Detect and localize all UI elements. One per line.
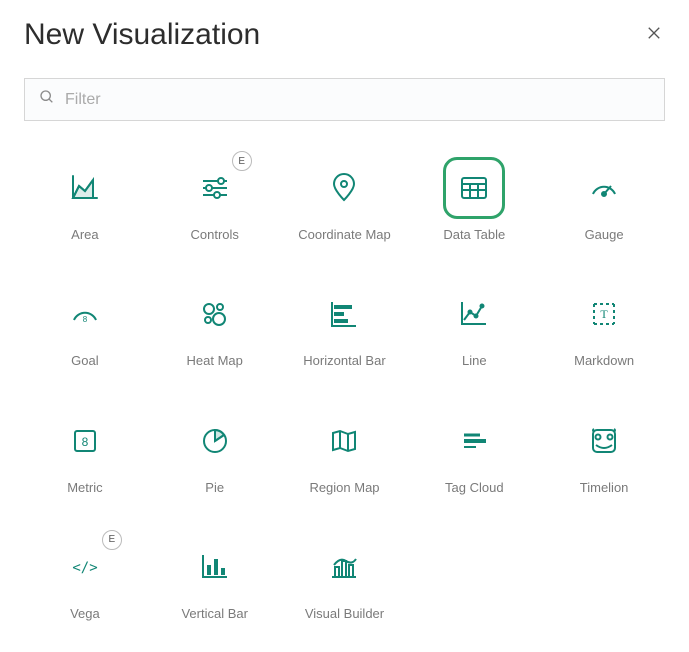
visual-builder-icon bbox=[313, 536, 375, 598]
svg-text:8: 8 bbox=[83, 315, 88, 324]
viz-tile-gauge[interactable]: Gauge bbox=[545, 157, 663, 243]
viz-tile-line[interactable]: Line bbox=[415, 283, 533, 369]
viz-tile-label: Data Table bbox=[443, 227, 505, 243]
viz-tile-controls[interactable]: E Controls bbox=[156, 157, 274, 243]
region-map-icon bbox=[313, 410, 375, 472]
viz-tile-markdown[interactable]: T Markdown bbox=[545, 283, 663, 369]
gauge-icon bbox=[573, 157, 635, 219]
markdown-icon: T bbox=[573, 283, 635, 345]
viz-tile-label: Goal bbox=[71, 353, 98, 369]
viz-tile-label: Heat Map bbox=[187, 353, 243, 369]
viz-tile-label: Area bbox=[71, 227, 98, 243]
viz-tile-label: Markdown bbox=[574, 353, 634, 369]
vertical-bar-icon bbox=[184, 536, 246, 598]
viz-tile-data-table[interactable]: Data Table bbox=[415, 157, 533, 243]
viz-tile-region-map[interactable]: Region Map bbox=[286, 410, 404, 496]
viz-tile-label: Pie bbox=[205, 480, 224, 496]
viz-tile-label: Visual Builder bbox=[305, 606, 384, 622]
line-icon bbox=[443, 283, 505, 345]
viz-tile-label: Timelion bbox=[580, 480, 629, 496]
search-icon bbox=[39, 89, 55, 110]
viz-tile-label: Line bbox=[462, 353, 487, 369]
viz-tile-area[interactable]: Area bbox=[26, 157, 144, 243]
data-table-icon bbox=[443, 157, 505, 219]
experimental-badge: E bbox=[102, 530, 122, 550]
visualization-grid: Area E Controls Coordinate Map Data Table Gau… bbox=[24, 157, 665, 622]
viz-tile-horizontal-bar[interactable]: Horizontal Bar bbox=[286, 283, 404, 369]
viz-tile-heat-map[interactable]: Heat Map bbox=[156, 283, 274, 369]
viz-tile-label: Tag Cloud bbox=[445, 480, 504, 496]
viz-tile-label: Metric bbox=[67, 480, 102, 496]
close-button[interactable] bbox=[643, 22, 665, 49]
svg-text:</>: </> bbox=[72, 560, 97, 576]
goal-icon: 8 bbox=[54, 283, 116, 345]
viz-tile-label: Controls bbox=[190, 227, 238, 243]
viz-tile-metric[interactable]: 8 Metric bbox=[26, 410, 144, 496]
svg-text:8: 8 bbox=[82, 435, 89, 449]
viz-tile-timelion[interactable]: Timelion bbox=[545, 410, 663, 496]
filter-container[interactable] bbox=[24, 78, 665, 121]
vega-icon: </>E bbox=[54, 536, 116, 598]
viz-tile-vertical-bar[interactable]: Vertical Bar bbox=[156, 536, 274, 622]
viz-tile-vega[interactable]: </>E Vega bbox=[26, 536, 144, 622]
heat-map-icon bbox=[184, 283, 246, 345]
viz-tile-visual-builder[interactable]: Visual Builder bbox=[286, 536, 404, 622]
svg-text:T: T bbox=[600, 307, 608, 321]
viz-tile-label: Horizontal Bar bbox=[303, 353, 385, 369]
controls-icon: E bbox=[184, 157, 246, 219]
horizontal-bar-icon bbox=[313, 283, 375, 345]
coordinate-map-icon bbox=[313, 157, 375, 219]
experimental-badge: E bbox=[232, 151, 252, 171]
viz-tile-label: Vega bbox=[70, 606, 100, 622]
viz-tile-pie[interactable]: Pie bbox=[156, 410, 274, 496]
viz-tile-label: Region Map bbox=[309, 480, 379, 496]
viz-tile-label: Vertical Bar bbox=[181, 606, 247, 622]
viz-tile-coordinate-map[interactable]: Coordinate Map bbox=[286, 157, 404, 243]
filter-input[interactable] bbox=[65, 91, 650, 109]
tag-cloud-icon bbox=[443, 410, 505, 472]
pie-icon bbox=[184, 410, 246, 472]
dialog-title: New Visualization bbox=[24, 18, 260, 52]
timelion-icon bbox=[573, 410, 635, 472]
viz-tile-label: Gauge bbox=[585, 227, 624, 243]
viz-tile-goal[interactable]: 8 Goal bbox=[26, 283, 144, 369]
area-icon bbox=[54, 157, 116, 219]
metric-icon: 8 bbox=[54, 410, 116, 472]
viz-tile-label: Coordinate Map bbox=[298, 227, 391, 243]
dialog-header: New Visualization bbox=[24, 18, 665, 52]
viz-tile-tag-cloud[interactable]: Tag Cloud bbox=[415, 410, 533, 496]
close-icon bbox=[647, 27, 661, 44]
